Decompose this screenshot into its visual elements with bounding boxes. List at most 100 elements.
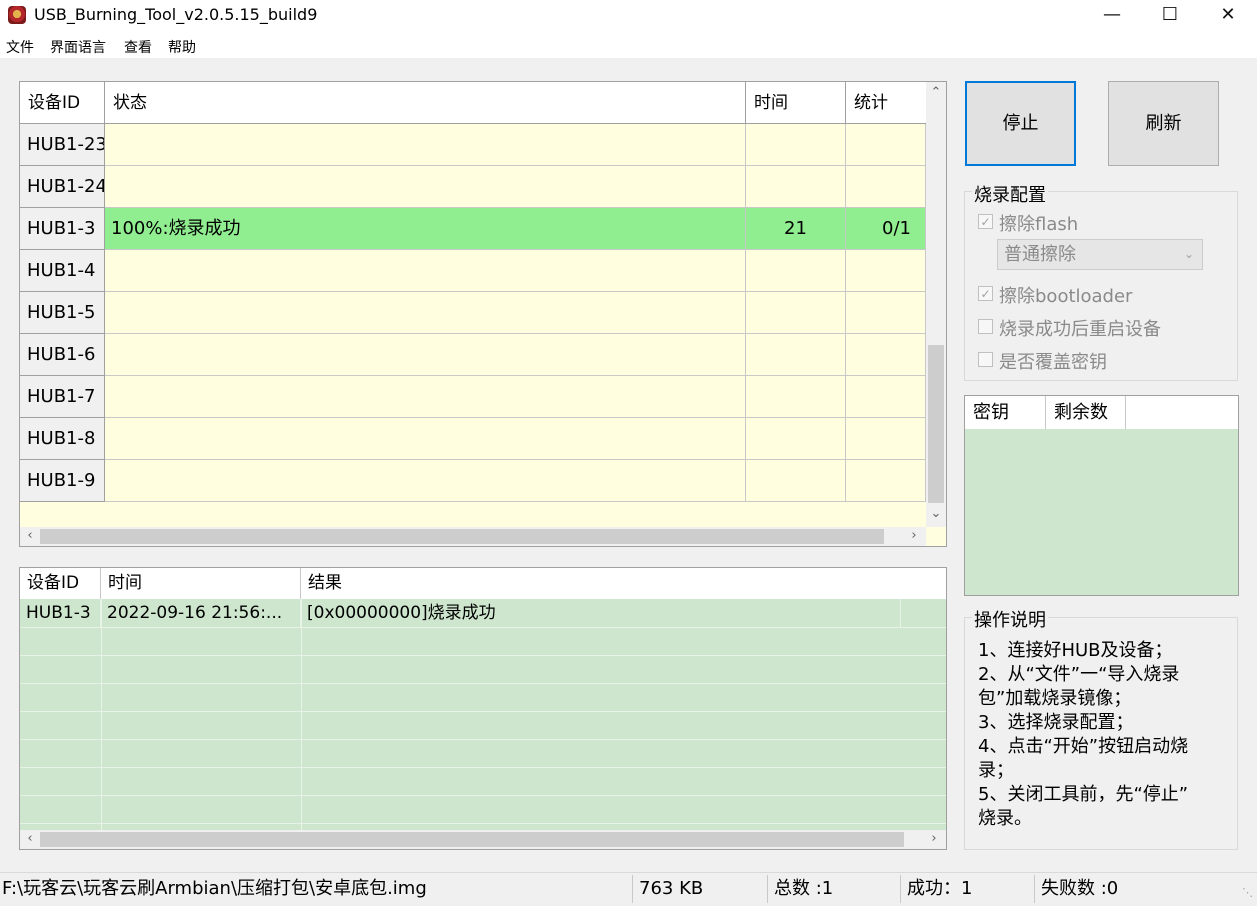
log-scroll-right-arrow[interactable]: › <box>926 831 942 846</box>
device-id-cell[interactable]: HUB1-3 <box>20 208 105 250</box>
log-header-result[interactable]: 结果 <box>301 568 946 599</box>
device-stats-cell[interactable] <box>846 418 926 460</box>
device-time-cell[interactable] <box>746 334 846 376</box>
log-column-divider <box>301 599 302 830</box>
menu-file[interactable]: 文件 <box>6 37 34 57</box>
scroll-left-arrow[interactable]: ‹ <box>22 528 38 543</box>
menu-view[interactable]: 查看 <box>124 37 152 57</box>
erase-flash-checkbox[interactable]: ✓ <box>978 214 993 229</box>
device-time-cell[interactable] <box>746 376 846 418</box>
log-device-id[interactable]: HUB1-3 <box>20 599 101 627</box>
column-header-status[interactable]: 状态 <box>105 82 746 124</box>
device-stats-cell[interactable] <box>846 250 926 292</box>
scroll-right-arrow[interactable]: › <box>906 528 922 543</box>
device-stats-cell[interactable] <box>846 334 926 376</box>
refresh-button[interactable]: 刷新 <box>1108 81 1219 166</box>
device-stats-cell[interactable] <box>846 166 926 208</box>
device-time-cell[interactable] <box>746 124 846 166</box>
device-id-cell[interactable]: HUB1-7 <box>20 376 105 418</box>
status-failed: 失败数 :0 <box>1041 878 1119 899</box>
status-separator <box>1034 875 1035 903</box>
log-row-divider <box>20 655 946 656</box>
maximize-button[interactable]: ☐ <box>1141 0 1199 32</box>
device-id-cell[interactable]: HUB1-6 <box>20 334 105 376</box>
stop-button[interactable]: 停止 <box>965 81 1076 166</box>
menu-language[interactable]: 界面语言 <box>50 37 106 57</box>
device-status-cell[interactable] <box>105 460 746 502</box>
device-status-cell[interactable] <box>105 124 746 166</box>
device-status-cell[interactable] <box>105 376 746 418</box>
device-time-cell[interactable] <box>746 460 846 502</box>
chevron-down-icon: ⌄ <box>1183 247 1194 261</box>
device-status-cell[interactable] <box>105 292 746 334</box>
burn-config-title: 烧录配置 <box>972 181 1048 207</box>
instructions-title: 操作说明 <box>972 606 1048 632</box>
log-row-divider <box>20 739 946 740</box>
column-header-stats[interactable]: 统计 <box>846 82 926 124</box>
device-time-cell[interactable]: 21 <box>746 208 846 250</box>
instruction-line: 录； <box>978 760 1014 781</box>
vertical-scrollbar[interactable]: ⌃ ⌄ <box>926 82 946 527</box>
device-id-cell[interactable]: HUB1-8 <box>20 418 105 460</box>
device-id-cell[interactable]: HUB1-24 <box>20 166 105 208</box>
device-status-cell[interactable] <box>105 418 746 460</box>
horizontal-scroll-thumb[interactable] <box>40 529 884 544</box>
device-id-cell[interactable]: HUB1-23 <box>20 124 105 166</box>
scroll-up-arrow[interactable]: ⌃ <box>926 85 946 100</box>
device-status-cell[interactable] <box>105 166 746 208</box>
instruction-line: 4、点击“开始”按钮启动烧 <box>978 736 1189 757</box>
overwrite-key-checkbox[interactable] <box>978 352 993 367</box>
device-time-cell[interactable] <box>746 250 846 292</box>
log-scroll-left-arrow[interactable]: ‹ <box>22 831 38 846</box>
log-time[interactable]: 2022-09-16 21:56:... <box>101 599 301 627</box>
resize-grip-icon[interactable]: ⋱ <box>1242 886 1254 899</box>
device-stats-cell[interactable] <box>846 292 926 334</box>
log-horizontal-scrollbar[interactable]: ‹ › <box>20 830 946 849</box>
device-status-cell[interactable]: 100%:烧录成功 <box>105 208 746 250</box>
menu-help[interactable]: 帮助 <box>168 37 196 57</box>
log-header-device-id[interactable]: 设备ID <box>20 568 101 599</box>
device-stats-cell[interactable] <box>846 460 926 502</box>
erase-bootloader-checkbox[interactable]: ✓ <box>978 286 993 301</box>
log-row-divider <box>20 795 946 796</box>
device-id-cell[interactable]: HUB1-5 <box>20 292 105 334</box>
device-id-cell[interactable]: HUB1-4 <box>20 250 105 292</box>
log-row-divider <box>20 711 946 712</box>
status-file-size: 763 KB <box>639 878 704 899</box>
vertical-scroll-thumb[interactable] <box>928 345 944 503</box>
device-table[interactable]: 设备ID 状态 时间 统计 HUB1-23 HUB1-24 HUB1-3 100%:烧… <box>19 81 947 547</box>
device-status-cell[interactable] <box>105 334 746 376</box>
log-row-divider <box>20 627 946 628</box>
overwrite-key-label: 是否覆盖密钥 <box>999 352 1107 373</box>
key-header-empty <box>1126 396 1238 429</box>
device-stats-cell[interactable] <box>846 376 926 418</box>
device-stats-cell[interactable]: 0/1 <box>846 208 926 250</box>
reboot-after-checkbox[interactable] <box>978 319 993 334</box>
status-success: 成功：1 <box>907 878 973 899</box>
device-time-cell[interactable] <box>746 166 846 208</box>
status-total: 总数 :1 <box>774 878 834 899</box>
column-header-time[interactable]: 时间 <box>746 82 846 124</box>
status-file-path: F:\玩客云\玩客云刷Armbian\压缩打包\安卓底包.img <box>2 878 427 899</box>
minimize-button[interactable]: — <box>1083 0 1141 32</box>
key-header-key[interactable]: 密钥 <box>965 396 1046 429</box>
log-table[interactable]: 设备ID 时间 结果 HUB1-3 2022-09-16 21:56:... [… <box>19 567 947 850</box>
log-header-time[interactable]: 时间 <box>101 568 301 599</box>
device-id-cell[interactable]: HUB1-9 <box>20 460 105 502</box>
key-header-remaining[interactable]: 剩余数 <box>1046 396 1126 429</box>
erase-mode-select[interactable]: 普通擦除 ⌄ <box>997 239 1203 270</box>
erase-mode-value: 普通擦除 <box>1004 244 1076 265</box>
log-result[interactable]: [0x00000000]烧录成功 <box>301 599 901 627</box>
column-header-device-id[interactable]: 设备ID <box>20 82 105 124</box>
close-button[interactable]: ✕ <box>1199 0 1257 32</box>
key-table[interactable]: 密钥 剩余数 <box>964 395 1239 596</box>
log-horizontal-scroll-thumb[interactable] <box>40 832 904 847</box>
device-time-cell[interactable] <box>746 292 846 334</box>
device-time-cell[interactable] <box>746 418 846 460</box>
device-status-cell[interactable] <box>105 250 746 292</box>
device-stats-cell[interactable] <box>846 124 926 166</box>
scroll-down-arrow[interactable]: ⌄ <box>926 506 946 521</box>
horizontal-scrollbar[interactable]: ‹ › <box>20 527 926 546</box>
instruction-line: 2、从“文件”一“导入烧录 <box>978 664 1180 685</box>
status-separator <box>900 875 901 903</box>
